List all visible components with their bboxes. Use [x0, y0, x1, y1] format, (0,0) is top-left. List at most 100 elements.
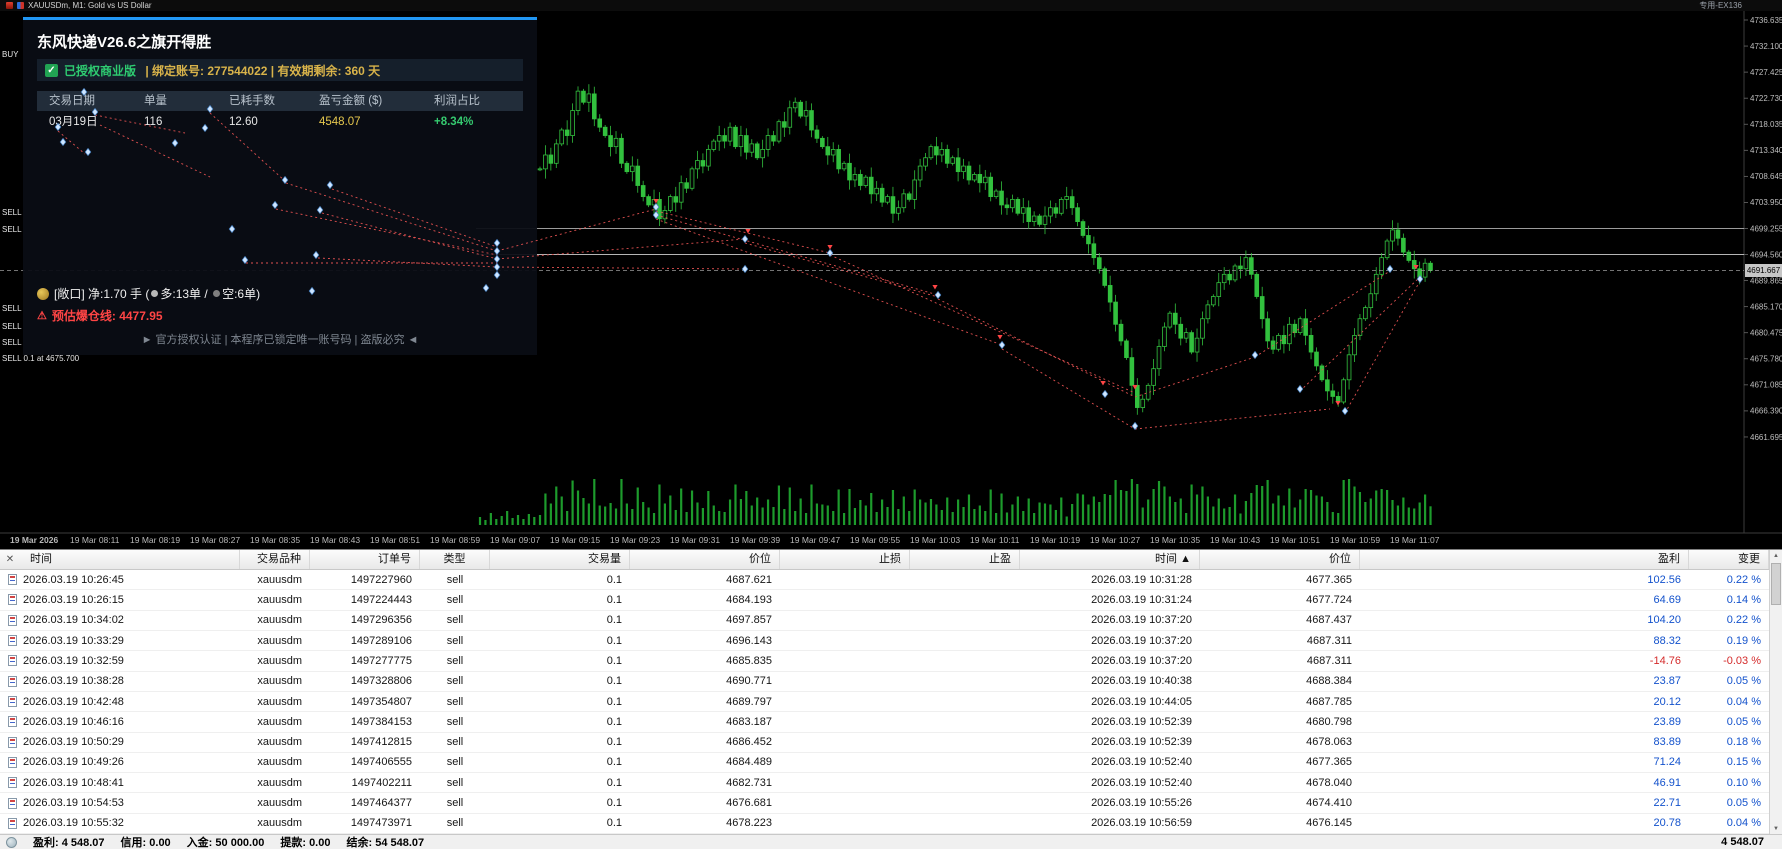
- cell: 4676.145: [1306, 817, 1352, 830]
- cell: 83.89: [1653, 736, 1681, 749]
- cell: 2026.03.19 10:52:39: [1091, 715, 1192, 728]
- order-icon: [8, 756, 17, 768]
- table-row[interactable]: 2026.03.19 10:46:16 xauusdm 1497384153 sell…: [0, 712, 1769, 733]
- cell: 0.04 %: [1726, 817, 1761, 830]
- order-icon: [8, 696, 17, 708]
- cell: 2026.03.19 10:55:32: [0, 817, 240, 829]
- order-icon: [8, 614, 17, 626]
- ea-panel: 东风快递V26.6之旗开得胜 ✓ 已授权商业版 | 绑定账号: 27754402…: [23, 17, 537, 355]
- table-row[interactable]: 2026.03.19 10:54:53 xauusdm 1497464377 sell…: [0, 793, 1769, 814]
- svg-text:4685.170: 4685.170: [1750, 302, 1782, 311]
- svg-text:19 Mar 08:35: 19 Mar 08:35: [250, 535, 300, 545]
- svg-text:19 Mar 08:11: 19 Mar 08:11: [70, 535, 120, 545]
- column-header-11[interactable]: 盈利: [1360, 550, 1689, 569]
- column-header-12[interactable]: 变更: [1689, 550, 1769, 569]
- table-row[interactable]: 2026.03.19 10:55:32 xauusdm 1497473971 sell…: [0, 813, 1769, 835]
- scrollbar-thumb[interactable]: [1771, 563, 1781, 605]
- svg-text:19 Mar 08:51: 19 Mar 08:51: [370, 535, 420, 545]
- table-row[interactable]: 2026.03.19 10:48:41 xauusdm 1497402211 sell…: [0, 773, 1769, 794]
- cell: 1497473971: [350, 817, 412, 830]
- table-row[interactable]: 2026.03.19 10:26:45 xauusdm 1497227960 sell…: [0, 570, 1769, 591]
- ea-stat-value-1: 03月19日: [49, 116, 98, 128]
- table-row[interactable]: 2026.03.19 10:32:59 xauusdm 1497277775 sell…: [0, 651, 1769, 672]
- svg-text:19 Mar 10:35: 19 Mar 10:35: [1150, 535, 1200, 545]
- cell: 2026.03.19 10:55:26: [1091, 797, 1192, 810]
- cell: 2026.03.19 10:37:20: [1091, 634, 1192, 647]
- column-header-8[interactable]: 止盈: [910, 550, 1020, 569]
- chart-area: 4736.635 4732.100 4727.425 4722.730 4718.035…: [0, 11, 1782, 549]
- cell: 4687.311: [1306, 654, 1352, 667]
- table-row[interactable]: 2026.03.19 10:26:15 xauusdm 1497224443 sell…: [0, 590, 1769, 611]
- cell: 0.1: [606, 634, 622, 647]
- ea-stat-value-4: 4548.07: [319, 116, 361, 128]
- svg-text:4675.780: 4675.780: [1750, 355, 1782, 364]
- cell: 0.04 %: [1726, 695, 1761, 708]
- exposure-sep: /: [201, 286, 212, 301]
- column-header-10[interactable]: 价位: [1200, 550, 1360, 569]
- cell: 102.56: [1647, 573, 1681, 586]
- ea-auth-bar: ✓ 已授权商业版 | 绑定账号: 277544022 | 有效期剩余: 360 …: [37, 59, 523, 81]
- table-row[interactable]: 2026.03.19 10:38:28 xauusdm 1497328806 sell…: [0, 671, 1769, 692]
- table-row[interactable]: 2026.03.19 10:49:26 xauusdm 1497406555 sell…: [0, 752, 1769, 774]
- cell: 4688.384: [1306, 675, 1352, 688]
- cell: 2026.03.19 10:46:16: [0, 716, 240, 728]
- scroll-up-button[interactable]: ▲: [1770, 550, 1782, 562]
- cell: sell: [446, 776, 464, 789]
- cell: sell: [446, 614, 464, 627]
- cell: sell: [446, 695, 464, 708]
- column-header-6[interactable]: 价位: [630, 550, 780, 569]
- trade-history-panel: ✕ 时间 交易品种 订单号 类型 交易量 价位 止损 止盈 时间 ▲ 价位 盈利 变更 2026.03…: [0, 549, 1782, 849]
- status-item: 入金: 50 000.00: [186, 837, 265, 849]
- cell: 0.1: [606, 817, 622, 830]
- order-icon: [8, 635, 17, 647]
- cell: 0.18 %: [1726, 736, 1761, 749]
- volume-bars: [478, 479, 1432, 525]
- table-row[interactable]: 2026.03.19 10:50:29 xauusdm 1497412815 sell…: [0, 732, 1769, 753]
- svg-text:4718.035: 4718.035: [1750, 120, 1782, 129]
- column-header-2[interactable]: 交易品种: [240, 550, 310, 569]
- svg-text:19 Mar 08:19: 19 Mar 08:19: [130, 535, 180, 545]
- column-header-4[interactable]: 类型: [420, 550, 490, 569]
- cell: 4686.452: [726, 736, 772, 749]
- cell: 2026.03.19 10:48:41: [0, 777, 240, 789]
- column-header-1[interactable]: 时间: [0, 550, 240, 569]
- cell: 1497289106: [350, 634, 412, 647]
- cell: 1497402211: [351, 776, 412, 789]
- cell: 4689.797: [726, 695, 772, 708]
- column-header-5[interactable]: 交易量: [490, 550, 630, 569]
- column-header-9[interactable]: 时间 ▲: [1020, 550, 1200, 569]
- column-header-3[interactable]: 订单号: [310, 550, 420, 569]
- cell: xauusdm: [257, 634, 302, 647]
- cell: xauusdm: [257, 756, 302, 769]
- check-icon: ✓: [45, 63, 58, 77]
- cell: xauusdm: [257, 695, 302, 708]
- liquidation-warning: ⚠ 预估爆仓线: 4477.95: [37, 307, 523, 324]
- cell: 20.78: [1653, 817, 1681, 830]
- window-title: XAUUSDm, M1: Gold vs US Dollar: [28, 1, 152, 10]
- cell: xauusdm: [257, 817, 302, 830]
- chart-icon: [17, 2, 24, 9]
- cell: 2026.03.19 10:52:39: [1091, 736, 1192, 749]
- cell: 2026.03.19 10:50:29: [0, 736, 240, 748]
- order-icon: [8, 574, 17, 586]
- cell: 104.20: [1647, 614, 1681, 627]
- cell: 2026.03.19 10:49:26: [0, 756, 240, 768]
- table-row[interactable]: 2026.03.19 10:33:29 xauusdm 1497289106 sell…: [0, 630, 1769, 652]
- cell: 4678.040: [1306, 776, 1352, 789]
- table-row[interactable]: 2026.03.19 10:34:02 xauusdm 1497296356 sell…: [0, 610, 1769, 631]
- cell: 2026.03.19 10:42:48: [0, 696, 240, 708]
- cell: 0.05 %: [1726, 675, 1761, 688]
- cell: sell: [446, 573, 464, 586]
- cell: sell: [446, 634, 464, 647]
- cell: 2026.03.19 10:37:20: [1091, 614, 1192, 627]
- column-header-7[interactable]: 止损: [780, 550, 910, 569]
- cell: 0.1: [606, 654, 622, 667]
- table-row[interactable]: 2026.03.19 10:42:48 xauusdm 1497354807 sell…: [0, 691, 1769, 713]
- cell: 2026.03.19 10:52:40: [1091, 776, 1192, 789]
- cell: 0.22 %: [1726, 573, 1761, 586]
- close-panel-button[interactable]: ✕: [3, 552, 17, 568]
- ea-panel-footer: ► 官方授权认证 | 本程序已锁定唯一账号码 | 盗版必究 ◄: [141, 334, 419, 346]
- cell: 4684.489: [726, 756, 772, 769]
- ea-stats-table: 交易日期 单量 已耗手数 盈亏金额 ($) 利润占比 03月19日 116 12.60 454…: [37, 91, 523, 133]
- vertical-scrollbar[interactable]: ▲ ▼: [1769, 550, 1782, 835]
